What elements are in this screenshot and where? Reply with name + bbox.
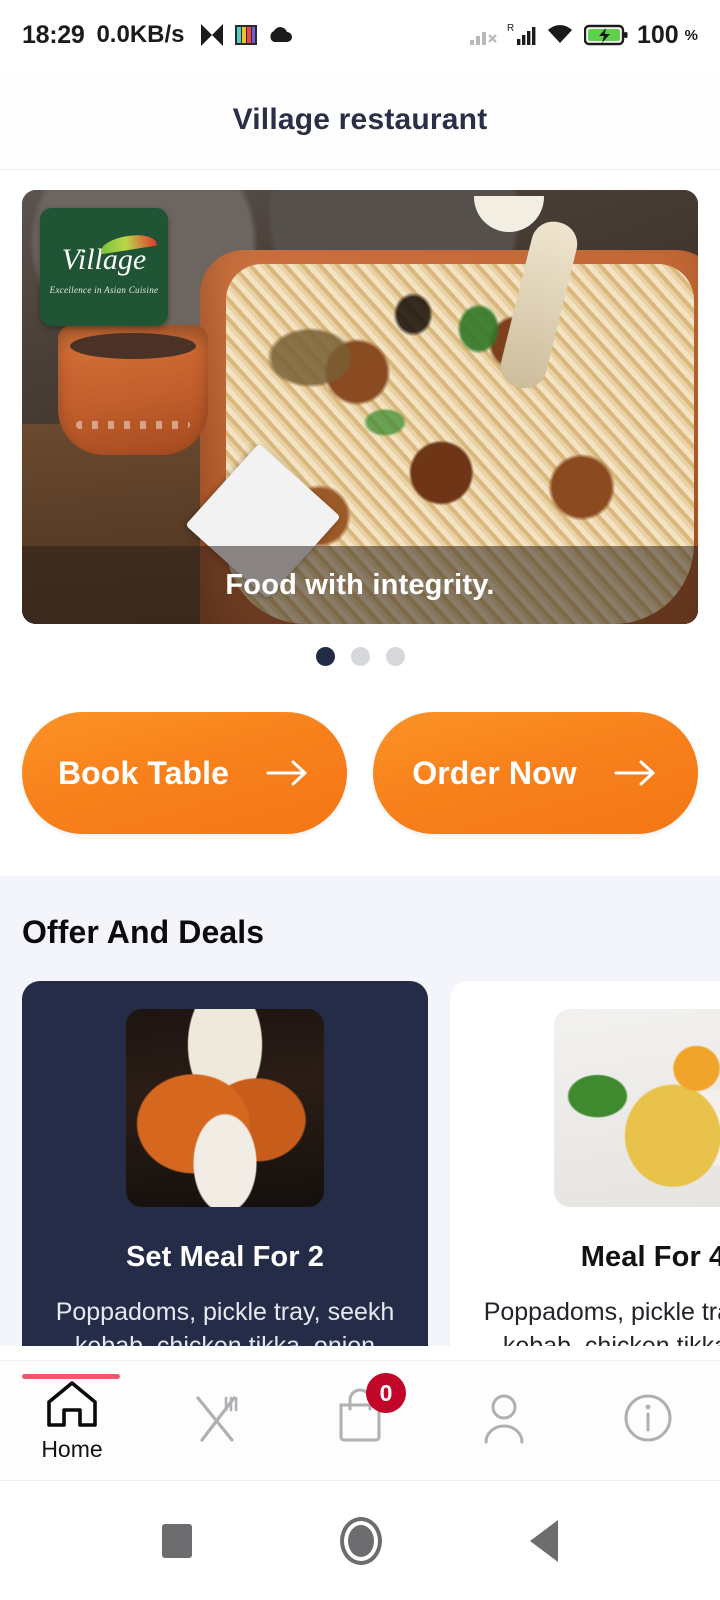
status-bar-left: 18:29 0.0KB/s — [22, 21, 293, 50]
app-screen: 18:29 0.0KB/s R 100 % Village restaurant… — [0, 0, 720, 1600]
offers-carousel[interactable]: Set Meal For 2 Poppadoms, pickle tray, s… — [0, 951, 720, 1346]
cart-count-badge: 0 — [366, 1373, 406, 1413]
hero-caption-text: Food with integrity. — [225, 568, 495, 601]
back-button[interactable] — [530, 1519, 558, 1562]
home-icon — [47, 1381, 97, 1427]
offer-card[interactable]: Meal For 4 Poppadoms, pickle tray, seekh… — [450, 981, 720, 1346]
tab-profile[interactable] — [432, 1390, 576, 1452]
android-navigation-bar — [0, 1480, 720, 1600]
offer-thumbnail — [126, 1009, 324, 1207]
cloud-app-icon — [269, 27, 292, 42]
arrow-right-icon — [266, 760, 307, 786]
cutlery-icon — [196, 1395, 238, 1442]
tab-home[interactable]: Home — [0, 1374, 144, 1463]
offer-description: Poppadoms, pickle tray, seekh kebab, chi… — [55, 1298, 395, 1346]
download-indicator-icon — [200, 24, 223, 46]
tab-menu[interactable] — [144, 1390, 288, 1452]
active-tab-indicator — [22, 1374, 120, 1379]
status-time: 18:29 — [22, 20, 85, 49]
hero-carousel[interactable]: Village Excellence in Asian Cuisine Food… — [0, 170, 720, 666]
offer-description: Poppadoms, pickle tray, seekh kebab, chi… — [483, 1298, 720, 1346]
cart-icon-wrapper: 0 — [334, 1373, 406, 1448]
arrow-right-icon — [614, 760, 655, 786]
status-network-speed: 0.0KB/s — [96, 21, 185, 48]
page-title: Village restaurant — [232, 102, 488, 136]
info-icon — [624, 1394, 672, 1441]
carousel-dots[interactable] — [22, 624, 698, 666]
book-table-button[interactable]: Book Table — [22, 712, 347, 834]
signal-bars-icon: R — [507, 23, 536, 45]
recents-button[interactable] — [162, 1523, 192, 1558]
battery-percent: 100 — [636, 20, 679, 49]
order-now-label: Order Now — [412, 754, 577, 791]
village-logo: Village Excellence in Asian Cuisine — [40, 208, 168, 326]
tab-cart[interactable]: 0 — [288, 1373, 432, 1454]
book-table-label: Book Table — [57, 754, 230, 791]
tab-info[interactable] — [576, 1391, 720, 1451]
offer-card[interactable]: Set Meal For 2 Poppadoms, pickle tray, s… — [22, 981, 428, 1346]
app-header: Village restaurant — [0, 70, 720, 170]
offers-section: Offer And Deals Set Meal For 2 Poppadoms… — [0, 876, 720, 1346]
recents-square-icon — [162, 1523, 192, 1558]
carousel-dot-3[interactable] — [385, 647, 405, 666]
status-notification-icons — [199, 22, 293, 48]
hero-slide[interactable]: Village Excellence in Asian Cuisine Food… — [22, 190, 698, 624]
carousel-dot-1[interactable] — [315, 647, 335, 666]
offers-section-title: Offer And Deals — [22, 914, 265, 950]
home-circle-icon — [340, 1516, 382, 1565]
back-triangle-icon — [530, 1519, 558, 1562]
user-icon — [484, 1394, 524, 1443]
tab-home-label: Home — [41, 1436, 103, 1462]
logo-tagline: Excellence in Asian Cuisine — [49, 285, 159, 295]
wifi-icon — [547, 25, 572, 43]
bottom-tab-bar: Home 0 — [0, 1360, 720, 1480]
gallery-app-icon — [234, 25, 257, 45]
status-bar-right: R 100 % — [469, 21, 698, 50]
order-now-button[interactable]: Order Now — [373, 712, 698, 834]
offer-title: Set Meal For 2 — [125, 1241, 324, 1273]
hero-caption: Food with integrity. — [22, 546, 698, 624]
offer-title: Meal For 4 — [580, 1241, 720, 1273]
home-button[interactable] — [340, 1516, 382, 1565]
battery-charging-icon — [583, 24, 628, 46]
status-bar: 18:29 0.0KB/s R 100 % — [0, 0, 720, 70]
battery-percent-symbol: % — [684, 26, 698, 44]
offer-thumbnail — [554, 1009, 720, 1207]
primary-actions: Book Table Order Now — [0, 666, 720, 834]
svg-text:R: R — [507, 23, 514, 34]
carousel-dot-2[interactable] — [350, 647, 370, 666]
signal-no-service-icon — [469, 32, 497, 45]
